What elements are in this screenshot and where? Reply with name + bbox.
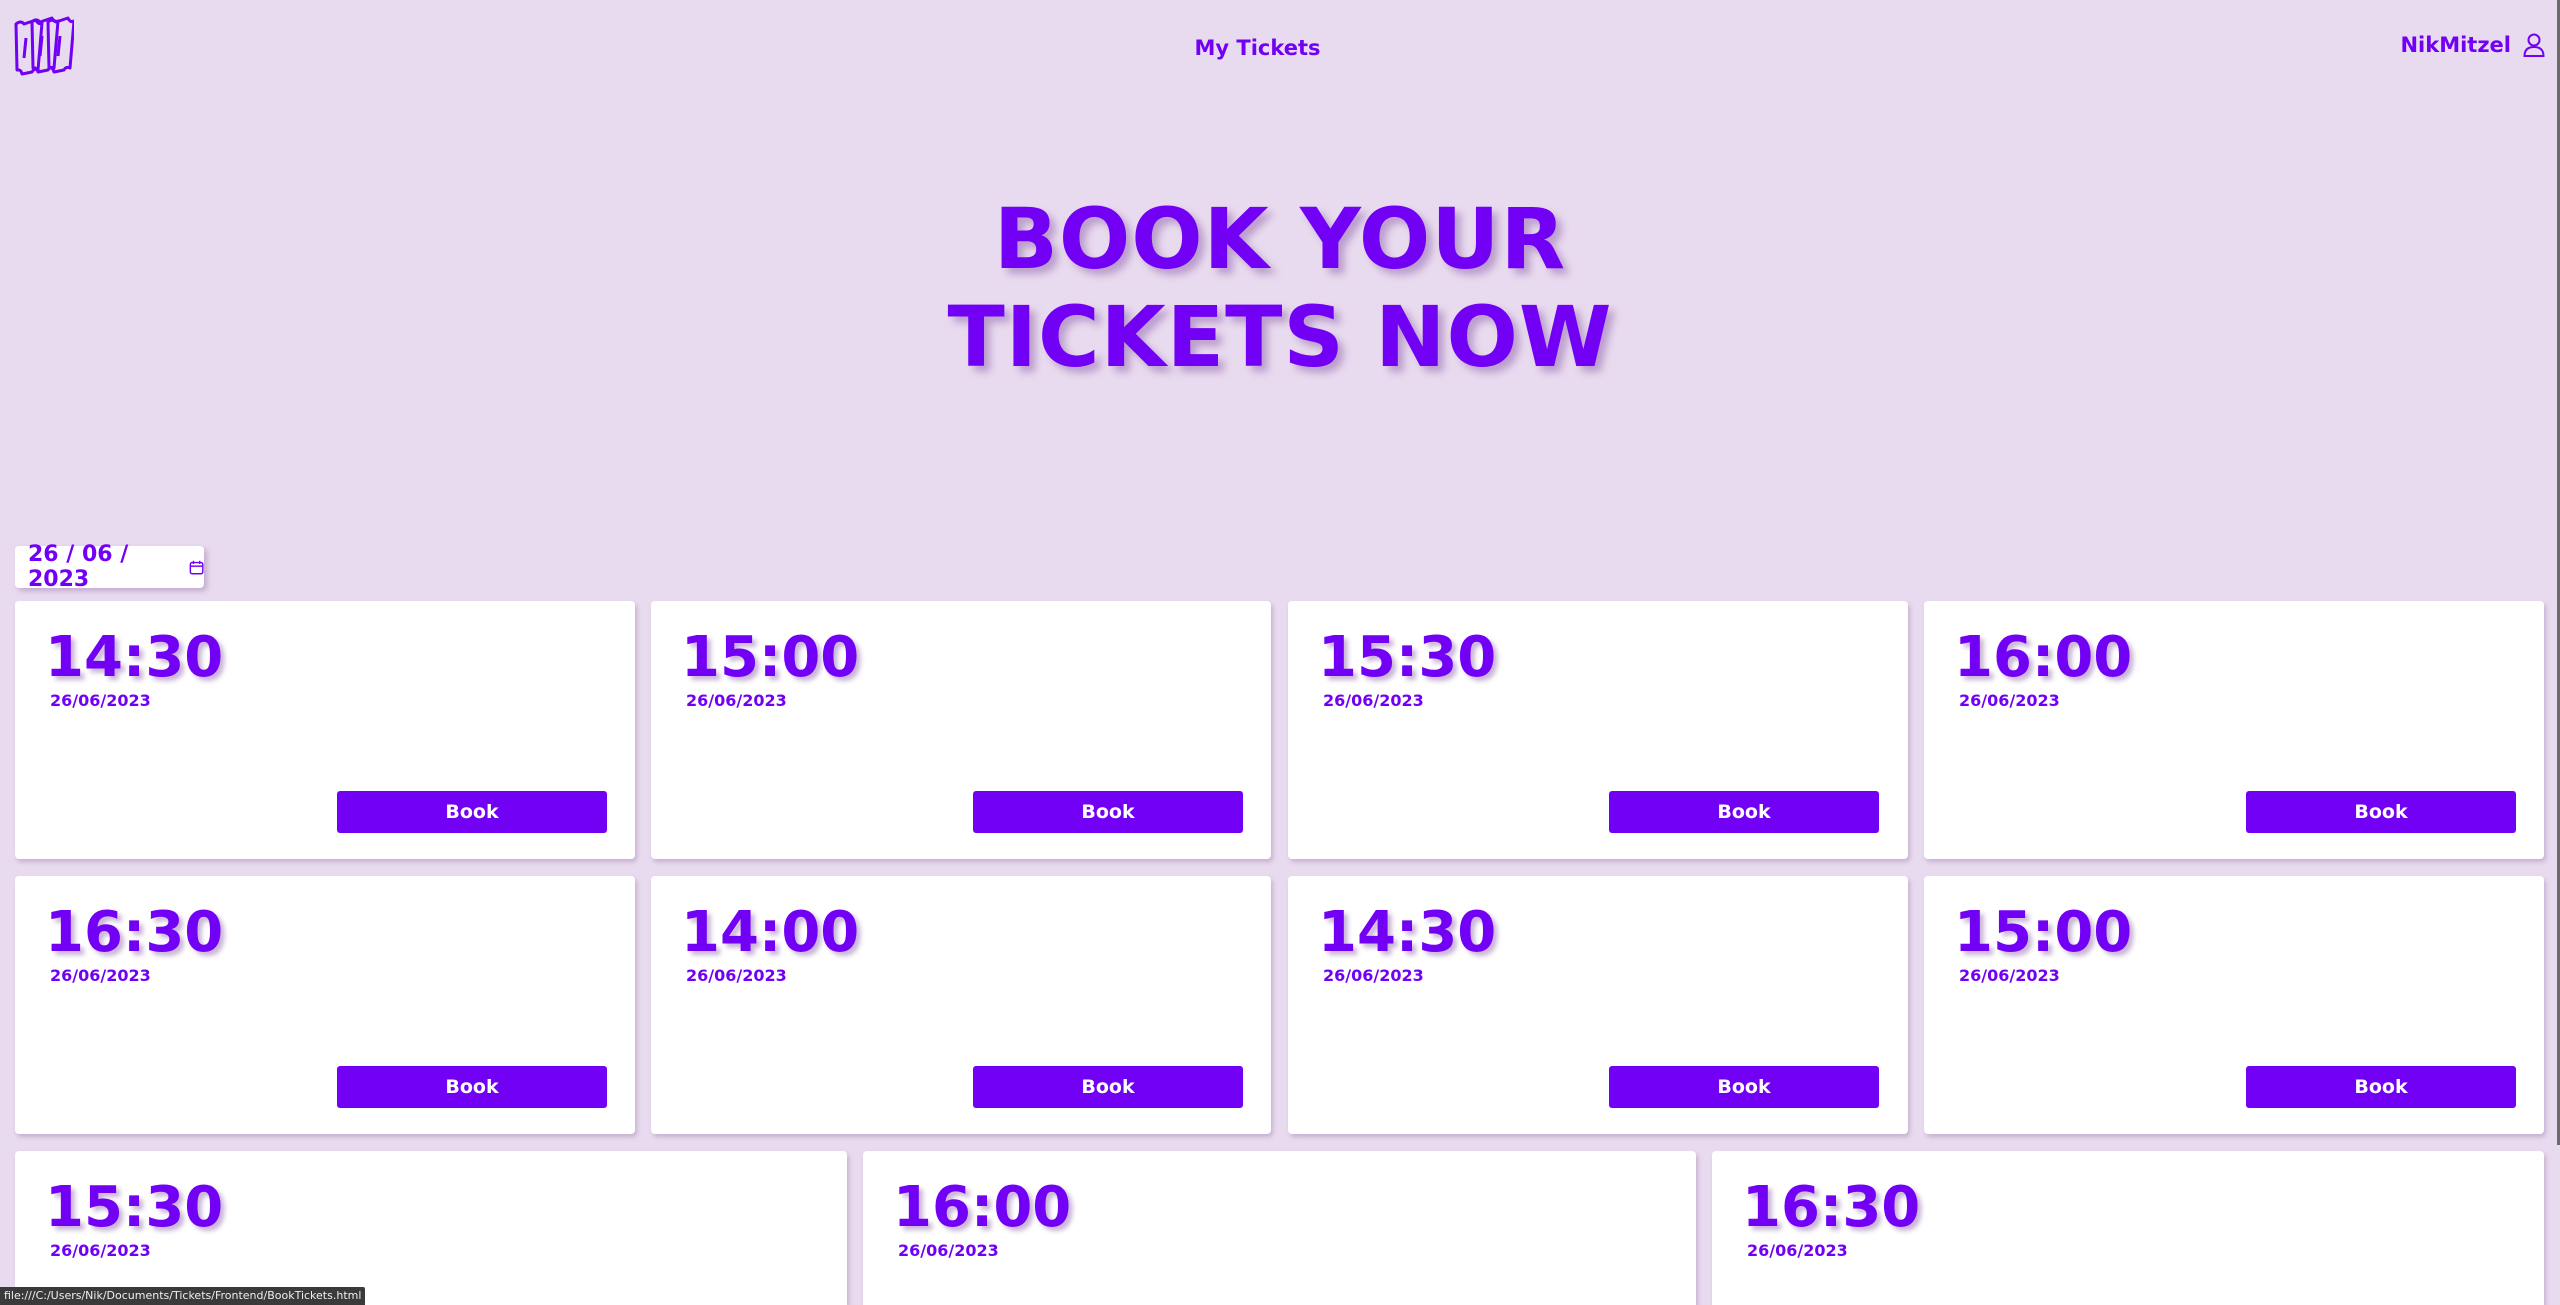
my-tickets-link[interactable]: My Tickets <box>0 36 2515 60</box>
showtime-card: 14:30 26/06/2023 Book <box>15 601 635 859</box>
book-button[interactable]: Book <box>337 791 607 833</box>
status-bar-url: file:///C:/Users/Nik/Documents/Tickets/F… <box>0 1287 366 1305</box>
showtime-time: 15:30 <box>45 1175 224 1240</box>
showtime-date: 26/06/2023 <box>686 966 787 985</box>
book-button[interactable]: Book <box>973 1066 1243 1108</box>
date-picker[interactable]: 26 / 06 / 2023 <box>15 542 204 592</box>
showtime-card: 15:30 26/06/2023 <box>15 1151 847 1305</box>
showtime-time: 15:30 <box>1318 625 1497 690</box>
showtime-time: 15:00 <box>681 625 860 690</box>
hero-heading: BOOK YOUR TICKETS NOW <box>0 190 2560 386</box>
showtime-card: 15:00 26/06/2023 Book <box>1924 876 2544 1134</box>
top-bar: My Tickets NikMitzel <box>0 0 2555 100</box>
showtime-card: 16:30 26/06/2023 Book <box>15 876 635 1134</box>
showtime-date: 26/06/2023 <box>1323 966 1424 985</box>
showtime-card: 15:00 26/06/2023 Book <box>651 601 1271 859</box>
showtime-date: 26/06/2023 <box>50 966 151 985</box>
showtime-card: 16:00 26/06/2023 <box>863 1151 1696 1305</box>
book-button[interactable]: Book <box>1609 1066 1879 1108</box>
calendar-icon[interactable] <box>189 559 204 576</box>
showtime-time: 14:30 <box>45 625 224 690</box>
showtime-time: 16:00 <box>893 1175 1072 1240</box>
user-icon[interactable] <box>2523 33 2545 57</box>
hero-line-1: BOOK YOUR <box>993 190 1567 288</box>
showtime-card: 15:30 26/06/2023 Book <box>1288 601 1908 859</box>
showtime-card: 16:00 26/06/2023 Book <box>1924 601 2544 859</box>
showtime-date: 26/06/2023 <box>1959 691 2060 710</box>
showtime-time: 14:30 <box>1318 900 1497 965</box>
showtime-date: 26/06/2023 <box>1959 966 2060 985</box>
book-button[interactable]: Book <box>2246 791 2516 833</box>
date-picker-value[interactable]: 26 / 06 / 2023 <box>28 542 179 592</box>
book-button[interactable]: Book <box>973 791 1243 833</box>
showtime-date: 26/06/2023 <box>1747 1241 1848 1260</box>
showtime-date: 26/06/2023 <box>50 691 151 710</box>
showtime-card: 16:30 26/06/2023 <box>1712 1151 2544 1305</box>
user-menu[interactable]: NikMitzel <box>2400 33 2545 57</box>
showtime-time: 15:00 <box>1954 900 2133 965</box>
username[interactable]: NikMitzel <box>2400 33 2511 57</box>
book-button[interactable]: Book <box>1609 791 1879 833</box>
showtime-card: 14:30 26/06/2023 Book <box>1288 876 1908 1134</box>
showtime-card: 14:00 26/06/2023 Book <box>651 876 1271 1134</box>
showtime-date: 26/06/2023 <box>686 691 787 710</box>
book-button[interactable]: Book <box>337 1066 607 1108</box>
showtime-time: 14:00 <box>681 900 860 965</box>
showtime-date: 26/06/2023 <box>50 1241 151 1260</box>
showtime-time: 16:30 <box>45 900 224 965</box>
hero-line-2: TICKETS NOW <box>947 288 1613 386</box>
showtime-time: 16:30 <box>1742 1175 1921 1240</box>
showtime-time: 16:00 <box>1954 625 2133 690</box>
showtime-date: 26/06/2023 <box>1323 691 1424 710</box>
showtime-date: 26/06/2023 <box>898 1241 999 1260</box>
book-button[interactable]: Book <box>2246 1066 2516 1108</box>
